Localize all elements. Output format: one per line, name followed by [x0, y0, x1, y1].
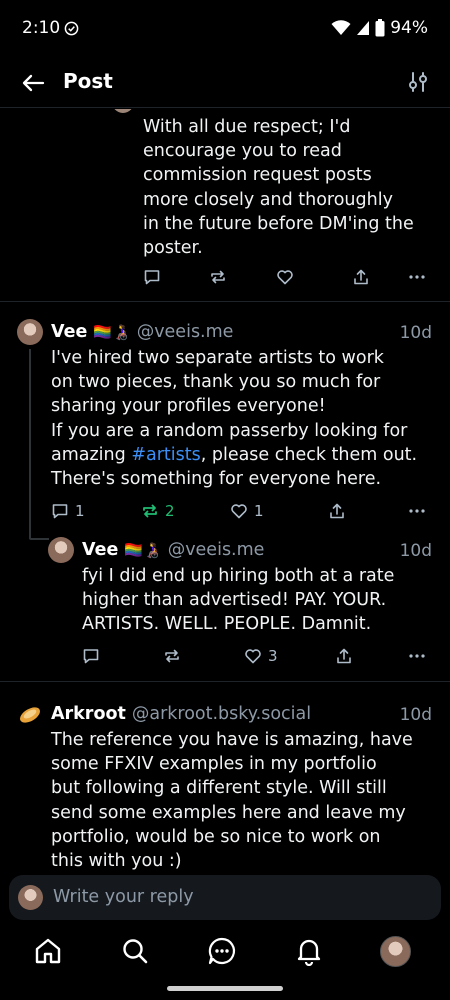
repost-icon	[165, 649, 179, 663]
repost-button[interactable]: 2	[141, 502, 175, 520]
more-button[interactable]	[408, 268, 426, 286]
ellipsis-icon	[409, 275, 425, 279]
author-name[interactable]: Vee	[82, 540, 118, 560]
repost-button[interactable]	[163, 647, 181, 665]
divider	[0, 301, 450, 302]
reply-button[interactable]: 1	[51, 502, 85, 520]
home-indicator	[167, 986, 283, 991]
share-button[interactable]	[328, 502, 346, 520]
author-handle[interactable]: @arkroot.bsky.social	[132, 704, 311, 724]
repost-icon	[143, 504, 157, 518]
author-flags: 🏳️‍🌈👩‍🦽	[124, 541, 162, 559]
back-arrow-icon[interactable]	[20, 70, 46, 96]
author-handle[interactable]: @veeis.me	[168, 540, 265, 560]
thread-line	[29, 538, 49, 540]
search-icon[interactable]	[120, 936, 150, 966]
avatar[interactable]	[48, 537, 74, 563]
post-body: I've hired two separate artists to work …	[51, 348, 418, 490]
status-time: 2:10	[22, 18, 61, 38]
like-count: 1	[254, 502, 264, 520]
author-row[interactable]: Vee 🏳️‍🌈👩‍🦽 @veeis.me	[51, 322, 233, 342]
reply-count: 1	[75, 502, 85, 520]
reply-button[interactable]	[143, 268, 161, 286]
author-row[interactable]: Arkroot @arkroot.bsky.social	[51, 704, 311, 724]
battery-icon	[375, 19, 385, 37]
comment-icon	[144, 270, 160, 285]
post-time[interactable]: 10d	[400, 323, 432, 343]
avatar[interactable]	[17, 701, 43, 727]
repost-button[interactable]	[209, 268, 227, 286]
post-body: With all due respect; I'd encourage you …	[143, 117, 414, 259]
chat-icon[interactable]	[207, 936, 237, 966]
more-button[interactable]	[408, 647, 426, 665]
divider	[0, 681, 450, 682]
post-time[interactable]: 10d	[400, 705, 432, 725]
ellipsis-icon	[409, 654, 425, 658]
hashtag-link[interactable]: #artists	[131, 445, 200, 465]
page-title: Post	[63, 69, 113, 93]
heart-icon	[277, 270, 293, 285]
profile-avatar[interactable]	[380, 936, 411, 967]
like-button[interactable]: 1	[230, 502, 264, 520]
heart-icon	[245, 649, 261, 664]
top-bar: Post	[0, 58, 450, 108]
reply-composer[interactable]: Write your reply	[9, 875, 441, 920]
system-icons: 94%	[331, 18, 428, 38]
thread-line	[29, 349, 31, 539]
reply-input-placeholder[interactable]: Write your reply	[53, 887, 194, 907]
like-count: 3	[268, 647, 278, 665]
check-circle-icon	[64, 21, 79, 36]
reply-button[interactable]	[82, 647, 100, 665]
share-button[interactable]	[335, 647, 353, 665]
post-body: The reference you have is amazing, have …	[51, 730, 413, 872]
avatar	[18, 885, 43, 910]
bell-icon[interactable]	[294, 936, 324, 966]
share-icon	[330, 503, 344, 519]
share-icon	[354, 269, 368, 285]
sliders-icon[interactable]	[406, 70, 430, 94]
author-handle[interactable]: @veeis.me	[137, 322, 234, 342]
avatar[interactable]	[17, 319, 43, 345]
like-button[interactable]: 3	[244, 647, 278, 665]
home-icon[interactable]	[33, 936, 63, 966]
author-row[interactable]: Vee 🏳️‍🌈👩‍🦽 @veeis.me	[82, 540, 264, 560]
ellipsis-icon	[409, 509, 425, 513]
more-button[interactable]	[408, 502, 426, 520]
comment-icon	[83, 649, 99, 664]
battery-percent: 94%	[390, 18, 428, 38]
post-body: fyi I did end up hiring both at a rate h…	[82, 566, 395, 635]
author-flags: 🏳️‍🌈👩‍🦽	[93, 323, 131, 341]
status-bar: 2:10 94%	[0, 0, 450, 58]
heart-icon	[231, 504, 247, 519]
like-button[interactable]	[276, 268, 294, 286]
post-time[interactable]: 10d	[400, 541, 432, 561]
share-icon	[337, 648, 351, 664]
share-button[interactable]	[352, 268, 370, 286]
comment-icon	[52, 504, 68, 519]
repost-count: 2	[165, 502, 175, 520]
thread-content[interactable]: With all due respect; I'd encourage you …	[0, 109, 450, 876]
author-name[interactable]: Arkroot	[51, 704, 126, 724]
repost-icon	[211, 270, 225, 284]
author-name[interactable]: Vee	[51, 322, 87, 342]
avatar[interactable]	[112, 109, 134, 113]
wifi-icon	[331, 20, 351, 35]
cell-signal-icon	[357, 21, 370, 35]
